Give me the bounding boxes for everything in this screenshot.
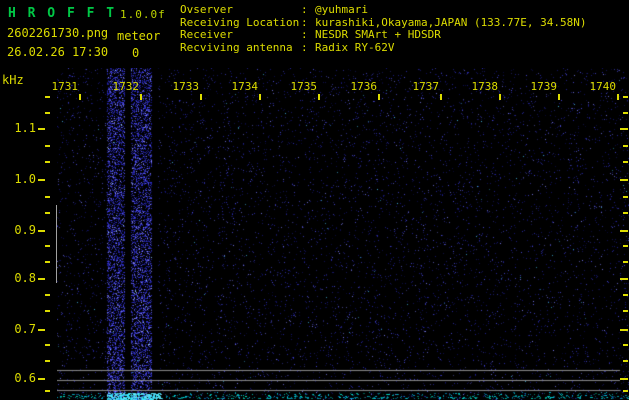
freq-minor-tick-right <box>623 310 628 312</box>
freq-minor-tick-right <box>623 161 628 163</box>
time-tick-label: 1740 <box>589 80 617 93</box>
freq-minor-tick <box>45 196 50 198</box>
freq-minor-tick <box>45 344 50 346</box>
freq-minor-tick <box>45 360 50 362</box>
time-tick-mark <box>318 94 320 100</box>
freq-minor-tick-right <box>623 96 628 98</box>
freq-minor-tick <box>45 112 50 114</box>
freq-minor-tick-right <box>623 212 628 214</box>
spectrogram-plot: kHz 1731 1732 1733 1734 1735 1736 1737 1738 1739… <box>0 0 629 400</box>
freq-minor-tick <box>45 294 50 296</box>
freq-minor-tick-right <box>623 390 628 392</box>
freq-major-tick <box>38 128 45 130</box>
time-tick-mark <box>558 94 560 100</box>
freq-minor-tick <box>45 145 50 147</box>
freq-minor-tick <box>45 161 50 163</box>
time-tick-mark <box>440 94 442 100</box>
freq-major-tick-right <box>620 128 628 130</box>
freq-minor-tick-right <box>623 261 628 263</box>
freq-major-tick <box>38 230 45 232</box>
freq-tick-label: 0.7 <box>14 322 36 336</box>
freq-minor-tick <box>45 212 50 214</box>
freq-minor-tick <box>45 310 50 312</box>
time-tick-label: 1735 <box>290 80 318 93</box>
time-tick-mark <box>378 94 380 100</box>
freq-tick-label: 0.6 <box>14 371 36 385</box>
freq-major-tick-right <box>620 230 628 232</box>
freq-minor-tick-right <box>623 245 628 247</box>
freq-minor-tick <box>45 245 50 247</box>
freq-minor-tick-right <box>623 112 628 114</box>
freq-minor-tick-right <box>623 145 628 147</box>
calibration-marker-line <box>56 205 57 283</box>
freq-minor-tick <box>45 261 50 263</box>
freq-major-tick-right <box>620 278 628 280</box>
time-tick-label: 1734 <box>231 80 259 93</box>
freq-major-tick <box>38 329 45 331</box>
freq-major-tick-right <box>620 179 628 181</box>
freq-tick-label: 1.0 <box>14 172 36 186</box>
freq-tick-label: 0.8 <box>14 271 36 285</box>
time-tick-mark <box>79 94 81 100</box>
time-tick-mark <box>499 94 501 100</box>
hrofft-screen: H R O F F T 1.0.0f 2602261730.png meteor… <box>0 0 629 400</box>
time-tick-mark <box>617 94 619 100</box>
time-tick-mark <box>140 94 142 100</box>
freq-major-tick <box>38 378 45 380</box>
freq-major-tick <box>38 179 45 181</box>
time-tick-label: 1731 <box>51 80 79 93</box>
time-tick-label: 1739 <box>530 80 558 93</box>
freq-minor-tick <box>45 390 50 392</box>
freq-minor-tick-right <box>623 360 628 362</box>
freq-axis-unit-label: kHz <box>2 73 24 87</box>
freq-major-tick-right <box>620 329 628 331</box>
freq-major-tick-right <box>620 378 628 380</box>
time-tick-label: 1732 <box>112 80 140 93</box>
time-tick-label: 1736 <box>350 80 378 93</box>
time-tick-label: 1737 <box>412 80 440 93</box>
freq-tick-label: 1.1 <box>14 121 36 135</box>
time-tick-mark <box>200 94 202 100</box>
freq-tick-label: 0.9 <box>14 223 36 237</box>
time-tick-label: 1733 <box>172 80 200 93</box>
spectrogram-canvas <box>57 68 629 400</box>
freq-minor-tick-right <box>623 294 628 296</box>
freq-minor-tick <box>45 96 50 98</box>
freq-minor-tick-right <box>623 344 628 346</box>
freq-minor-tick-right <box>623 196 628 198</box>
time-tick-label: 1738 <box>471 80 499 93</box>
freq-major-tick <box>38 278 45 280</box>
time-tick-mark <box>259 94 261 100</box>
